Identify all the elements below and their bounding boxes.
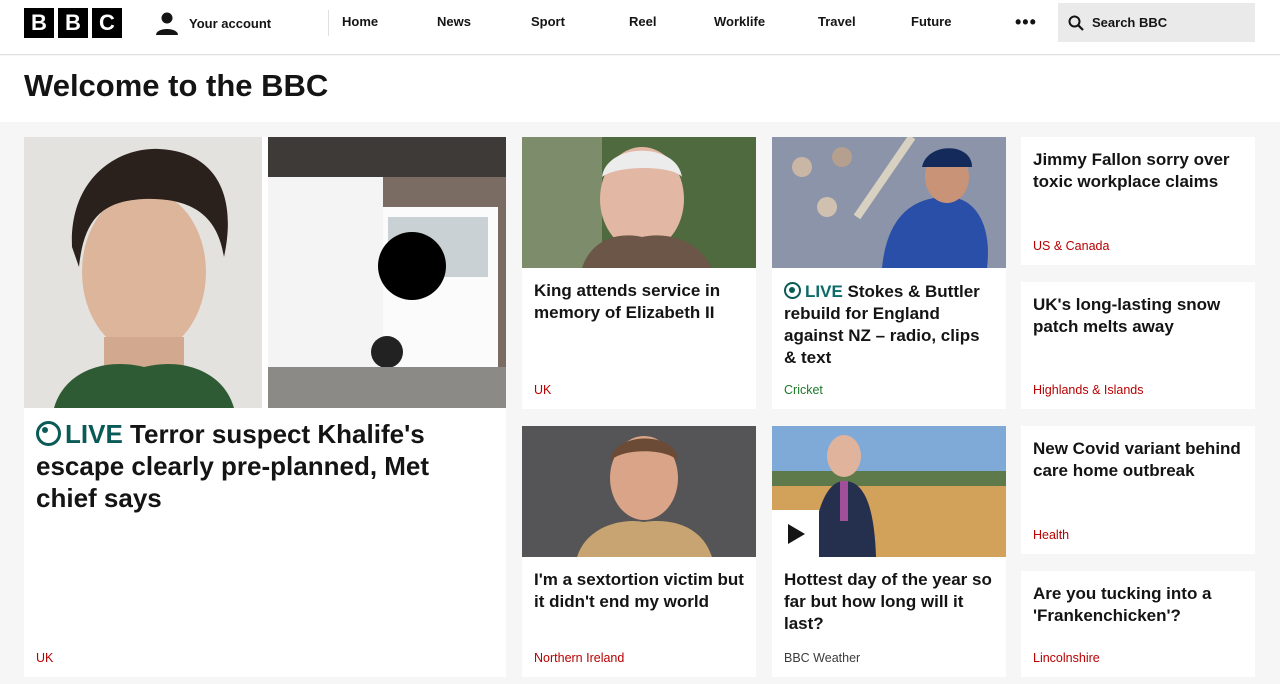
lead-story-image bbox=[24, 137, 506, 408]
story-tag[interactable]: BBC Weather bbox=[784, 651, 860, 665]
search-placeholder: Search BBC bbox=[1092, 15, 1168, 30]
story-tag[interactable]: Cricket bbox=[784, 383, 823, 397]
lead-story-card[interactable]: LIVE Terror suspect Khalife's escape cle… bbox=[24, 137, 506, 677]
your-account-link[interactable]: Your account bbox=[155, 10, 271, 36]
story-tag[interactable]: Lincolnshire bbox=[1033, 651, 1100, 665]
search-icon bbox=[1068, 15, 1084, 31]
story-tag[interactable]: UK bbox=[534, 383, 551, 397]
top-navigation-bar: B B C Your account Home News Sport Reel … bbox=[0, 0, 1280, 55]
nav-future[interactable]: Future bbox=[911, 14, 951, 29]
bbc-logo[interactable]: B B C bbox=[24, 8, 122, 38]
live-label: LIVE bbox=[65, 419, 123, 449]
text-story-card[interactable]: UK's long-lasting snow patch melts away … bbox=[1021, 282, 1255, 409]
search-box[interactable]: Search BBC bbox=[1058, 3, 1255, 42]
story-card[interactable]: Hottest day of the year so far but how l… bbox=[772, 426, 1006, 677]
play-icon bbox=[787, 523, 805, 544]
logo-letter: C bbox=[92, 8, 122, 38]
logo-letter: B bbox=[58, 8, 88, 38]
story-tag[interactable]: US & Canada bbox=[1033, 239, 1109, 253]
text-story-card[interactable]: New Covid variant behind care home outbr… bbox=[1021, 426, 1255, 554]
story-headline[interactable]: LIVE Stokes & Buttler rebuild for Englan… bbox=[784, 280, 994, 369]
nav-divider bbox=[328, 10, 329, 36]
story-tag[interactable]: UK bbox=[36, 651, 53, 665]
story-headline[interactable]: Jimmy Fallon sorry over toxic workplace … bbox=[1033, 149, 1243, 193]
live-label: LIVE bbox=[805, 282, 843, 301]
story-headline[interactable]: UK's long-lasting snow patch melts away bbox=[1033, 294, 1243, 338]
nav-travel[interactable]: Travel bbox=[818, 14, 856, 29]
live-icon bbox=[784, 282, 801, 299]
more-menu-icon[interactable]: ••• bbox=[1015, 12, 1037, 33]
page-title: Welcome to the BBC bbox=[24, 68, 329, 103]
nav-home[interactable]: Home bbox=[342, 14, 378, 29]
story-image bbox=[772, 137, 1006, 268]
story-card[interactable]: I'm a sextortion victim but it didn't en… bbox=[522, 426, 756, 677]
account-label: Your account bbox=[189, 15, 272, 31]
logo-letter: B bbox=[24, 8, 54, 38]
text-story-card[interactable]: Are you tucking into a 'Frankenchicken'?… bbox=[1021, 571, 1255, 677]
story-headline[interactable]: King attends service in memory of Elizab… bbox=[534, 280, 744, 324]
lead-story-headline[interactable]: LIVE Terror suspect Khalife's escape cle… bbox=[36, 418, 494, 514]
story-headline[interactable]: Are you tucking into a 'Frankenchicken'? bbox=[1033, 583, 1243, 627]
play-video-button[interactable] bbox=[772, 510, 819, 557]
story-image bbox=[522, 426, 756, 557]
story-card[interactable]: King attends service in memory of Elizab… bbox=[522, 137, 756, 409]
live-icon bbox=[36, 421, 61, 446]
nav-news[interactable]: News bbox=[437, 14, 471, 29]
text-story-card[interactable]: Jimmy Fallon sorry over toxic workplace … bbox=[1021, 137, 1255, 265]
story-card[interactable]: LIVE Stokes & Buttler rebuild for Englan… bbox=[772, 137, 1006, 409]
nav-reel[interactable]: Reel bbox=[629, 14, 656, 29]
story-headline[interactable]: Hottest day of the year so far but how l… bbox=[784, 569, 994, 635]
user-icon bbox=[156, 12, 178, 35]
story-image bbox=[772, 426, 1006, 557]
page-header: Welcome to the BBC bbox=[0, 56, 1280, 122]
story-image bbox=[522, 137, 756, 268]
story-tag[interactable]: Northern Ireland bbox=[534, 651, 624, 665]
story-headline[interactable]: I'm a sextortion victim but it didn't en… bbox=[534, 569, 744, 613]
nav-worklife[interactable]: Worklife bbox=[714, 14, 765, 29]
nav-sport[interactable]: Sport bbox=[531, 14, 565, 29]
story-tag[interactable]: Highlands & Islands bbox=[1033, 383, 1143, 397]
story-tag[interactable]: Health bbox=[1033, 528, 1069, 542]
story-headline[interactable]: New Covid variant behind care home outbr… bbox=[1033, 438, 1243, 482]
